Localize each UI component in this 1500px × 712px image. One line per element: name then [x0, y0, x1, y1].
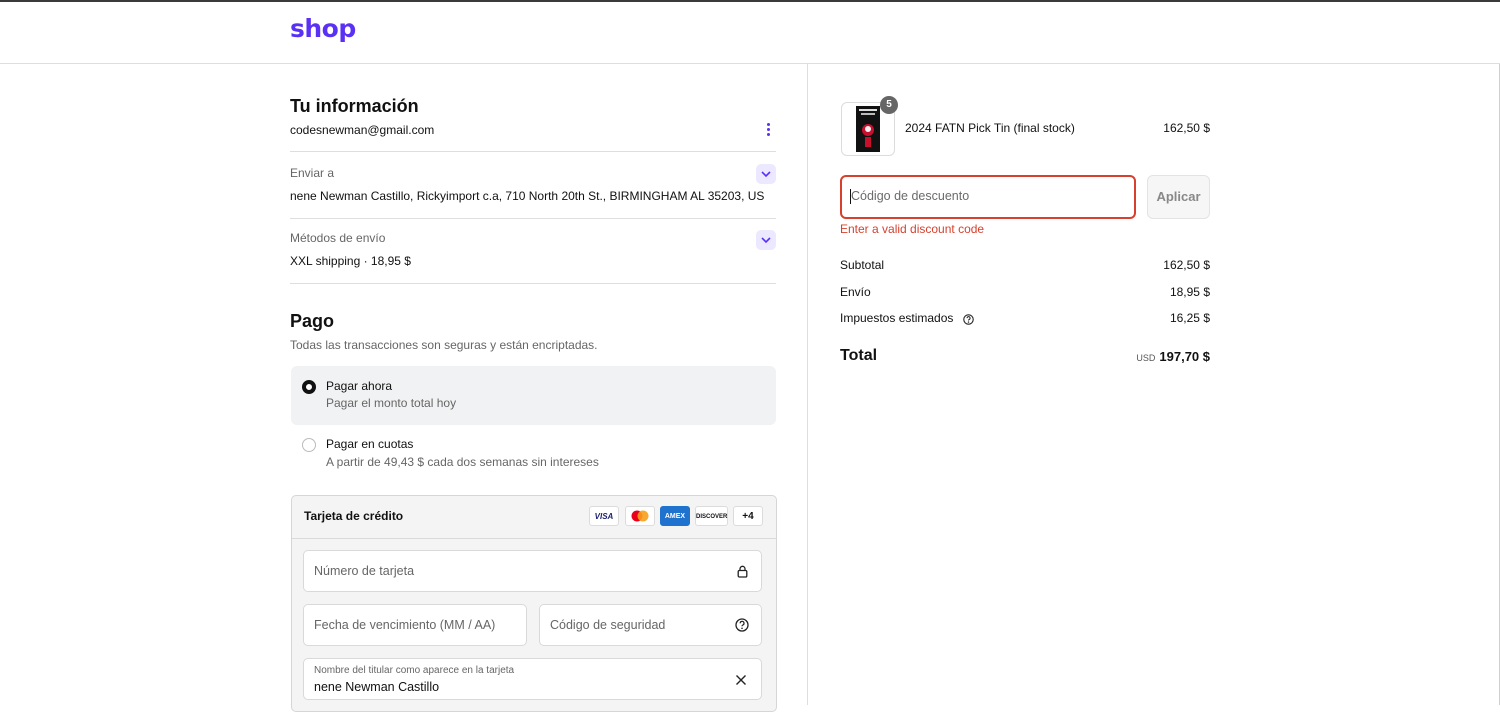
- shipping-value: 18,95 $: [1169, 285, 1210, 299]
- shop-logo[interactable]: shop: [290, 14, 356, 43]
- payment-title: Pago: [290, 311, 335, 331]
- total-label: Total: [840, 347, 878, 364]
- subtotal-label: Subtotal: [840, 258, 885, 272]
- pay-now-desc: Pagar el monto total hoy: [326, 396, 457, 410]
- visa-icon: VISA: [589, 506, 619, 526]
- divider: [290, 218, 776, 219]
- shipping-label: Envío: [840, 285, 871, 299]
- shipping-method-value: XXL shipping · 18,95 $: [290, 254, 411, 268]
- cardholder-name-label: Nombre del titular como aparece en la ta…: [314, 665, 515, 676]
- page-header: shop: [0, 2, 1500, 64]
- apply-discount-button[interactable]: Aplicar: [1147, 175, 1210, 219]
- discount-error-message: Enter a valid discount code: [840, 222, 985, 236]
- more-cards-badge: +4: [733, 506, 763, 526]
- card-number-placeholder: Número de tarjeta: [314, 564, 415, 578]
- security-code-placeholder: Código de seguridad: [550, 618, 666, 632]
- shipping-methods-expand-button[interactable]: [756, 230, 776, 250]
- expiry-placeholder: Fecha de vencimiento (MM / AA): [314, 618, 496, 632]
- total-value: 197,70 $: [1159, 349, 1210, 364]
- payment-subtitle: Todas las transacciones son seguras y es…: [290, 338, 598, 352]
- quantity-badge: 5: [880, 96, 898, 114]
- discover-icon: DISCOVER: [695, 506, 728, 526]
- credit-card-header[interactable]: Tarjeta de crédito VISA AMEX DISCOVER +4: [292, 496, 776, 539]
- lock-icon: [737, 565, 748, 578]
- info-title: Tu información: [290, 96, 419, 116]
- ship-to-address: nene Newman Castillo, Rickyimport c.a, 7…: [290, 189, 765, 203]
- product-image: [856, 106, 880, 152]
- ship-to-label: Enviar a: [290, 166, 335, 180]
- chevron-down-icon: [761, 171, 771, 178]
- product-name: 2024 FATN Pick Tin (final stock): [905, 121, 1075, 135]
- total-amount: USD 197,70 $: [1136, 349, 1210, 364]
- product-price: 162,50 $: [1163, 121, 1210, 135]
- credit-card-title: Tarjeta de crédito: [304, 509, 404, 523]
- ship-to-expand-button[interactable]: [756, 164, 776, 184]
- cardholder-name-input[interactable]: Nombre del titular como aparece en la ta…: [303, 658, 762, 700]
- help-icon[interactable]: [735, 618, 749, 632]
- help-icon[interactable]: [963, 314, 974, 325]
- pay-now-title: Pagar ahora: [326, 379, 393, 393]
- amex-icon: AMEX: [660, 506, 690, 526]
- currency-code: USD: [1136, 353, 1156, 363]
- cardholder-name-value: nene Newman Castillo: [314, 680, 440, 694]
- security-code-input[interactable]: Código de seguridad: [539, 604, 762, 646]
- order-summary-panel: [808, 64, 1500, 705]
- shipping-methods-label: Métodos de envío: [290, 231, 386, 245]
- column-divider: [807, 64, 808, 705]
- chevron-down-icon: [761, 237, 771, 244]
- installments-title[interactable]: Pagar en cuotas: [326, 437, 413, 451]
- installments-desc: A partir de 49,43 $ cada dos semanas sin…: [326, 455, 599, 469]
- mastercard-icon: [625, 506, 655, 526]
- discount-code-input[interactable]: Código de descuento: [840, 175, 1136, 219]
- email-text: codesnewman@gmail.com: [290, 123, 435, 137]
- credit-card-section: Tarjeta de crédito VISA AMEX DISCOVER +4…: [291, 495, 777, 712]
- pay-now-radio[interactable]: [302, 380, 316, 394]
- installments-radio[interactable]: [302, 438, 316, 452]
- divider: [290, 151, 776, 152]
- taxes-value: 16,25 $: [1169, 311, 1210, 325]
- taxes-label: Impuestos estimados: [840, 311, 954, 325]
- card-number-input[interactable]: Número de tarjeta: [303, 550, 762, 592]
- divider: [290, 283, 776, 284]
- clear-icon[interactable]: [735, 674, 747, 686]
- more-options-icon[interactable]: [764, 123, 772, 139]
- expiry-input[interactable]: Fecha de vencimiento (MM / AA): [303, 604, 527, 646]
- discount-code-placeholder: Código de descuento: [851, 189, 970, 203]
- subtotal-value: 162,50 $: [1163, 258, 1210, 272]
